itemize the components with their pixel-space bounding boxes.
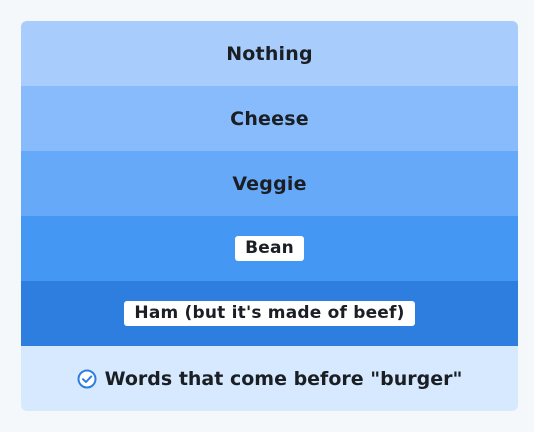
- category-text: Words that come before "burger": [104, 367, 463, 390]
- option-cheese[interactable]: Cheese: [21, 86, 518, 151]
- option-nothing[interactable]: Nothing: [21, 21, 518, 86]
- category-footer: Words that come before "burger": [21, 346, 518, 411]
- answer-card: Nothing Cheese Veggie Bean Ham (but it's…: [21, 21, 518, 411]
- option-label: Cheese: [230, 107, 309, 130]
- check-circle-icon: [77, 369, 97, 388]
- option-bean[interactable]: Bean: [21, 216, 518, 281]
- option-chip: Ham (but it's made of beef): [124, 301, 415, 326]
- option-ham[interactable]: Ham (but it's made of beef): [21, 281, 518, 346]
- page-background: Nothing Cheese Veggie Bean Ham (but it's…: [0, 0, 534, 432]
- option-label: Veggie: [232, 172, 307, 195]
- option-label: Nothing: [226, 42, 313, 65]
- option-chip: Bean: [235, 236, 304, 261]
- option-veggie[interactable]: Veggie: [21, 151, 518, 216]
